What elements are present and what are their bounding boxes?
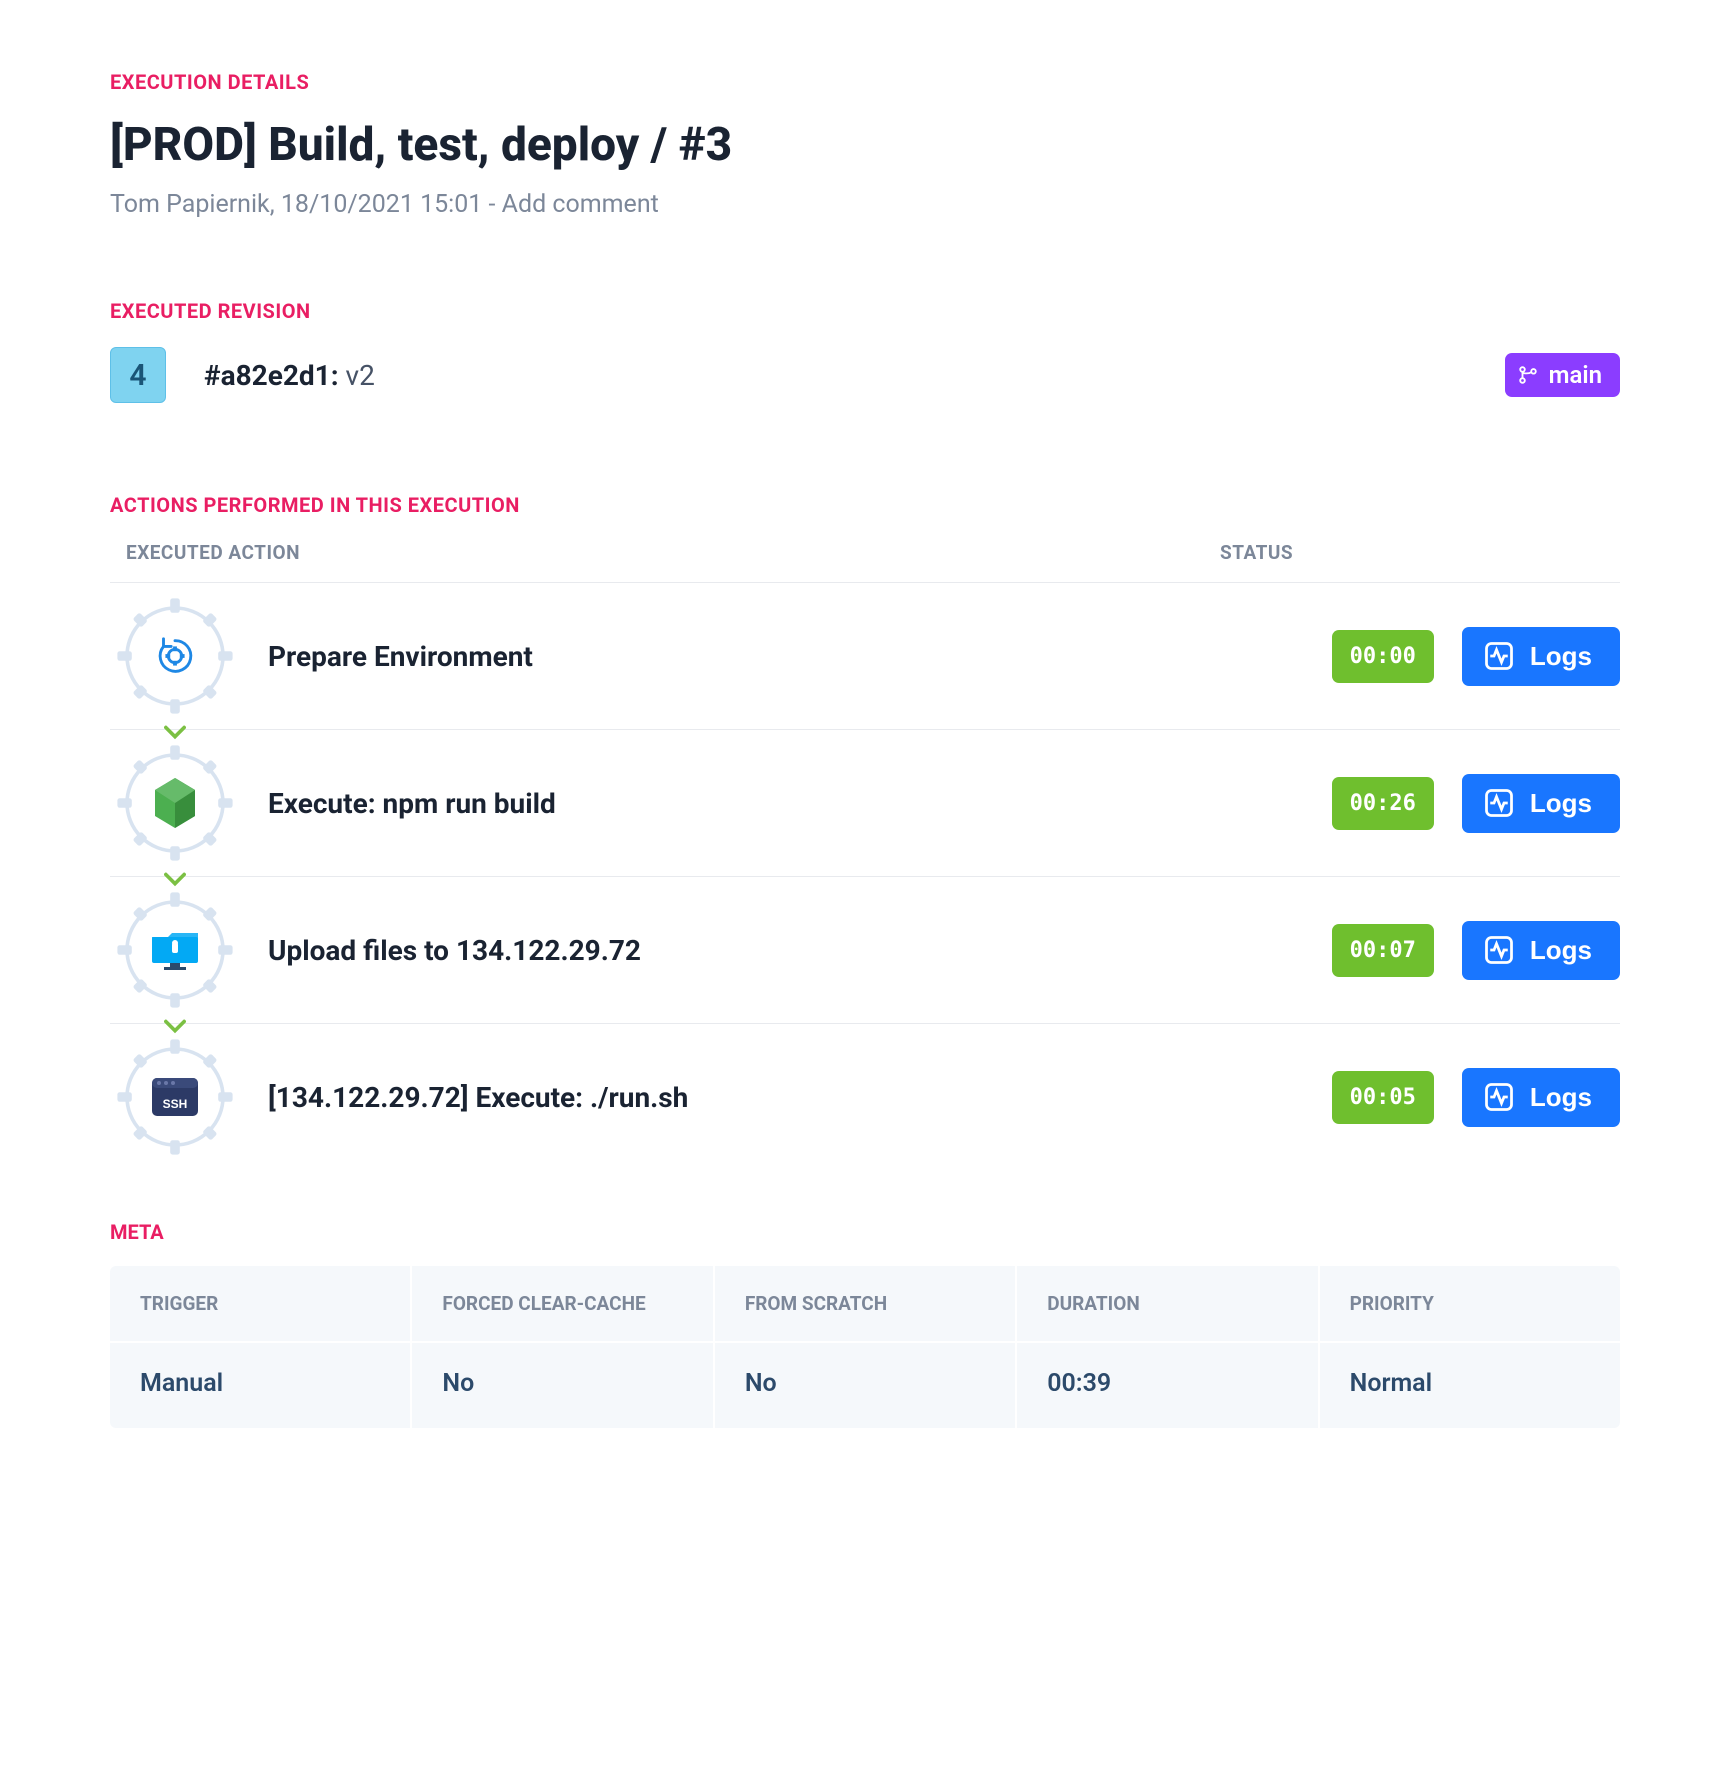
svg-text:SSH: SSH [163,1097,188,1111]
add-comment-link[interactable]: Add comment [502,190,659,219]
meta-header: DURATION [1017,1266,1317,1343]
section-actions-performed: ACTIONS PERFORMED IN THIS EXECUTION [110,493,1620,517]
revision-row: 4 #a82e2d1: v2 main [110,347,1620,403]
action-icon-wrap [110,748,240,858]
duration-badge: 00:26 [1332,777,1434,830]
meta-cell-priority: PRIORITY Normal [1320,1266,1620,1428]
revision-hash: #a82e2d1: [204,359,339,392]
meta-value: No [412,1343,712,1428]
logs-button[interactable]: Logs [1462,627,1620,686]
action-row: Prepare Environment 00:00 Logs [110,582,1620,729]
revision-message: v2 [339,359,375,392]
chevron-down-icon [164,725,186,741]
revision-count-badge[interactable]: 4 [110,347,166,403]
revision-text[interactable]: #a82e2d1: v2 [204,359,1467,392]
logs-label: Logs [1530,788,1592,819]
meta-cell-from-scratch: FROM SCRATCH No [715,1266,1017,1428]
logs-button[interactable]: Logs [1462,1068,1620,1127]
duration-badge: 00:05 [1332,1071,1434,1124]
branch-name: main [1549,361,1602,389]
activity-icon [1484,788,1514,818]
logs-button[interactable]: Logs [1462,921,1620,980]
action-name[interactable]: [134.122.29.72] Execute: ./run.sh [268,1081,1304,1114]
col-executed-action: EXECUTED ACTION [126,541,1220,564]
branch-badge[interactable]: main [1505,353,1620,397]
logs-button[interactable]: Logs [1462,774,1620,833]
meta-header: TRIGGER [110,1266,410,1343]
action-icon-wrap [110,601,240,711]
meta-cell-forced-clear-cache: FORCED CLEAR-CACHE No [412,1266,714,1428]
actions-table-header: EXECUTED ACTION STATUS [110,541,1620,582]
action-row: Upload files to 134.122.29.72 00:07 Logs [110,876,1620,1023]
logs-label: Logs [1530,935,1592,966]
section-executed-revision: EXECUTED REVISION [110,299,1620,323]
logs-label: Logs [1530,641,1592,672]
duration-badge: 00:00 [1332,630,1434,683]
prepare-icon [152,633,198,679]
author-timestamp: Tom Papiernik, 18/10/2021 15:01 - [110,190,502,219]
nodejs-hexagon-icon [151,776,199,830]
meta-value: Manual [110,1343,410,1428]
meta-value: Normal [1320,1343,1620,1428]
action-icon-wrap [110,895,240,1005]
activity-icon [1484,935,1514,965]
meta-value: 00:39 [1017,1343,1317,1428]
meta-table: TRIGGER Manual FORCED CLEAR-CACHE No FRO… [110,1266,1620,1428]
branch-icon [1517,364,1539,386]
page-title: [PROD] Build, test, deploy / #3 [110,118,1620,172]
action-icon-wrap: SSH [110,1042,240,1152]
logs-label: Logs [1530,1082,1592,1113]
action-row: SSH [134.122.29.72] Execute: ./run.sh 00… [110,1023,1620,1170]
execution-meta-line: Tom Papiernik, 18/10/2021 15:01 - Add co… [110,190,1620,219]
duration-badge: 00:07 [1332,924,1434,977]
chevron-down-icon [164,1019,186,1035]
meta-cell-trigger: TRIGGER Manual [110,1266,412,1428]
chevron-down-icon [164,872,186,888]
upload-folder-icon [148,927,202,973]
section-meta: META [110,1220,1620,1244]
col-status: STATUS [1220,541,1604,564]
ssh-terminal-icon: SSH [150,1076,200,1118]
section-execution-details: EXECUTION DETAILS [110,70,1620,94]
meta-value: No [715,1343,1015,1428]
meta-cell-duration: DURATION 00:39 [1017,1266,1319,1428]
meta-header: PRIORITY [1320,1266,1620,1343]
activity-icon [1484,1082,1514,1112]
action-name[interactable]: Prepare Environment [268,640,1304,673]
meta-header: FROM SCRATCH [715,1266,1015,1343]
action-name[interactable]: Execute: npm run build [268,787,1304,820]
activity-icon [1484,641,1514,671]
meta-header: FORCED CLEAR-CACHE [412,1266,712,1343]
action-name[interactable]: Upload files to 134.122.29.72 [268,934,1304,967]
action-row: Execute: npm run build 00:26 Logs [110,729,1620,876]
